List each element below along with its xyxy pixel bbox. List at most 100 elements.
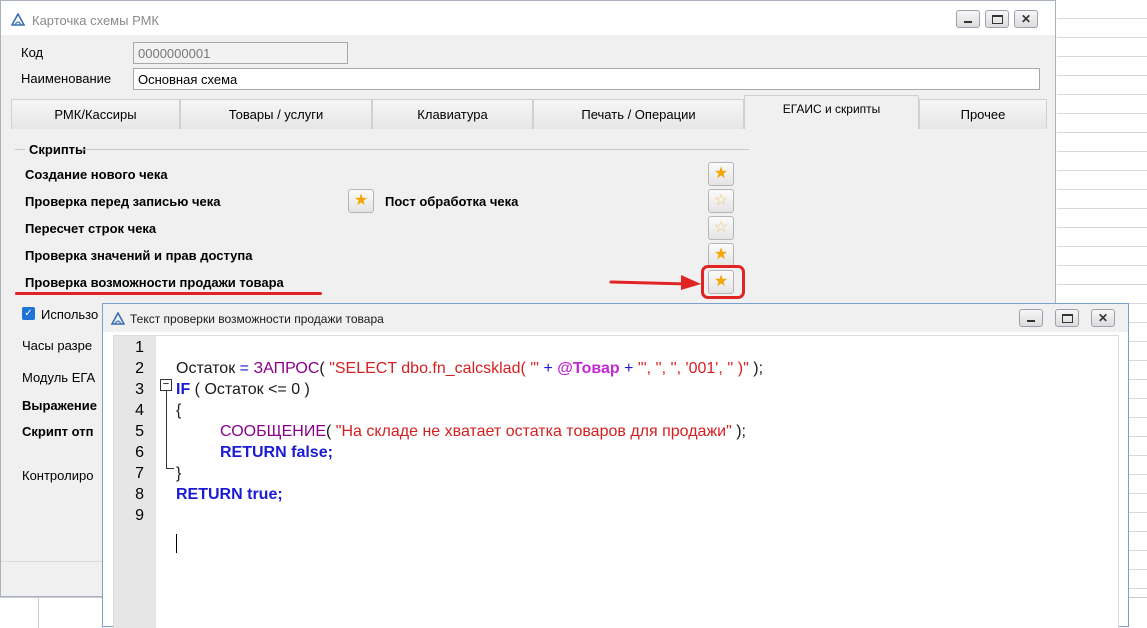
checkmark-icon: ✓: [24, 308, 33, 319]
star-filled-icon: ★: [713, 165, 729, 182]
line-number-gutter: 1 2 3 4 5 6 7 8 9: [114, 336, 156, 628]
group-divider: [79, 149, 749, 150]
close-button[interactable]: ✕: [1014, 10, 1038, 28]
use-checkbox-label: Использо: [41, 307, 99, 322]
script-before-save-button[interactable]: ★: [348, 189, 374, 213]
star-empty-icon: ☆: [713, 192, 729, 209]
script-label: Скрипт отп: [22, 424, 94, 439]
line-number: 8: [135, 486, 144, 503]
close-icon: ✕: [1020, 12, 1032, 26]
name-field[interactable]: Основная схема: [133, 68, 1040, 90]
star-filled-icon: ★: [353, 192, 369, 209]
code-token: @Товар: [557, 360, 620, 377]
code-token: }: [176, 465, 182, 482]
line-number: 9: [135, 507, 144, 524]
code-token: ( Остаток <= 0 ): [190, 381, 310, 398]
tab-print-operations[interactable]: Печать / Операции: [533, 99, 744, 129]
name-label: Наименование: [21, 71, 112, 86]
fold-guide-end: [166, 468, 174, 469]
script-sale-check-label: Проверка возможности продажи товара: [25, 275, 284, 290]
script-post-process-label: Пост обработка чека: [385, 194, 519, 209]
code-token: RETURN: [176, 486, 243, 503]
tab-keyboard[interactable]: Клавиатура: [372, 99, 533, 129]
code-token: true;: [242, 486, 283, 503]
script-before-save-label: Проверка перед записью чека: [25, 194, 221, 209]
fold-toggle-icon[interactable]: −: [160, 379, 172, 391]
code-token: IF: [176, 381, 191, 398]
annotation-underline: [15, 292, 322, 295]
text-caret: [176, 534, 177, 553]
window-title: Карточка схемы РМК: [32, 13, 159, 28]
app-icon: [111, 312, 125, 325]
close-icon: ✕: [1097, 311, 1109, 325]
line-number: 1: [135, 339, 144, 356]
script-sale-check-button[interactable]: ★: [708, 270, 734, 294]
control-label: Контролиро: [22, 468, 94, 483]
egais-module-label: Модуль ЕГА: [22, 370, 96, 385]
annotation-arrow-icon: [609, 275, 701, 290]
code-line-7: }: [176, 465, 181, 483]
maximize-icon: [991, 14, 1003, 24]
script-post-process-button[interactable]: ☆: [708, 189, 734, 213]
titlebar: Карточка схемы РМК ✕: [1, 1, 1055, 35]
tab-other[interactable]: Прочее: [919, 99, 1047, 129]
code-token: +: [543, 360, 553, 377]
scripts-group-title: Скрипты: [29, 142, 87, 157]
code-token: (: [326, 423, 336, 440]
editor-window-title: Текст проверки возможности продажи товар…: [130, 312, 384, 326]
code-token: ЗАПРОС: [253, 360, 320, 377]
code-token: {: [176, 402, 182, 419]
code-label: Код: [21, 45, 44, 60]
minimize-button[interactable]: [956, 10, 980, 28]
star-filled-icon: ★: [713, 246, 729, 263]
group-divider-left: [15, 149, 25, 150]
tab-goods-services[interactable]: Товары / услуги: [180, 99, 372, 129]
star-empty-icon: ☆: [713, 219, 729, 236]
maximize-icon: [1061, 313, 1073, 323]
code-token: RETURN: [220, 444, 287, 461]
code-editor[interactable]: 1 2 3 4 5 6 7 8 9 − Остаток = ЗАПРОС( "S…: [113, 335, 1119, 628]
hours-label: Часы разре: [22, 338, 93, 353]
line-number: 3: [135, 381, 144, 398]
line-number: 2: [135, 360, 144, 377]
script-new-check-button[interactable]: ★: [708, 162, 734, 186]
minimize-icon: [1027, 319, 1035, 322]
tab-rmk-cashiers[interactable]: РМК/Кассиры: [11, 99, 180, 129]
line-number: 5: [135, 423, 144, 440]
code-line-4: {: [176, 402, 181, 420]
code-token: =: [239, 360, 249, 377]
code-token: (: [319, 360, 330, 377]
tab-egais-scripts[interactable]: ЕГАИС и скрипты: [744, 95, 919, 129]
expression-label: Выражение: [22, 398, 98, 413]
script-access-check-label: Проверка значений и прав доступа: [25, 248, 253, 263]
code-token: "', '', '', '001', '' )": [637, 360, 749, 377]
app-icon: [11, 13, 25, 26]
line-number: 7: [135, 465, 144, 482]
code-token: "SELECT dbo.fn_calcsklad( '": [329, 360, 539, 377]
script-access-check-button[interactable]: ★: [708, 243, 734, 267]
editor-maximize-button[interactable]: [1055, 309, 1079, 327]
code-field[interactable]: 0000000001: [133, 42, 348, 64]
code-token: );: [731, 423, 746, 440]
code-token: "На складе не хватает остатка товаров дл…: [335, 423, 732, 440]
code-line-5: СООБЩЕНИЕ( "На складе не хватает остатка…: [220, 423, 746, 441]
code-token: false;: [286, 444, 333, 461]
maximize-button[interactable]: [985, 10, 1009, 28]
star-filled-icon: ★: [713, 273, 729, 290]
code-line-6: RETURN false;: [220, 444, 333, 462]
editor-titlebar: Текст проверки возможности продажи товар…: [103, 304, 1128, 332]
tab-bar: РМК/Кассиры Товары / услуги Клавиатура П…: [11, 95, 1047, 129]
code-token: +: [624, 360, 634, 377]
minimize-icon: [964, 20, 972, 23]
editor-minimize-button[interactable]: [1019, 309, 1043, 327]
code-token: СООБЩЕНИЕ: [220, 423, 326, 440]
code-line-2: Остаток = ЗАПРОС( "SELECT dbo.fn_calcskl…: [176, 360, 763, 378]
code-token: Остаток: [176, 360, 236, 377]
script-recalc-button[interactable]: ☆: [708, 216, 734, 240]
editor-close-button[interactable]: ✕: [1091, 309, 1115, 327]
line-number: 6: [135, 444, 144, 461]
code-line-8: RETURN true;: [176, 486, 283, 504]
script-editor-window: Текст проверки возможности продажи товар…: [102, 303, 1129, 628]
use-checkbox[interactable]: ✓: [22, 307, 35, 320]
script-recalc-label: Пересчет строк чека: [25, 221, 157, 236]
